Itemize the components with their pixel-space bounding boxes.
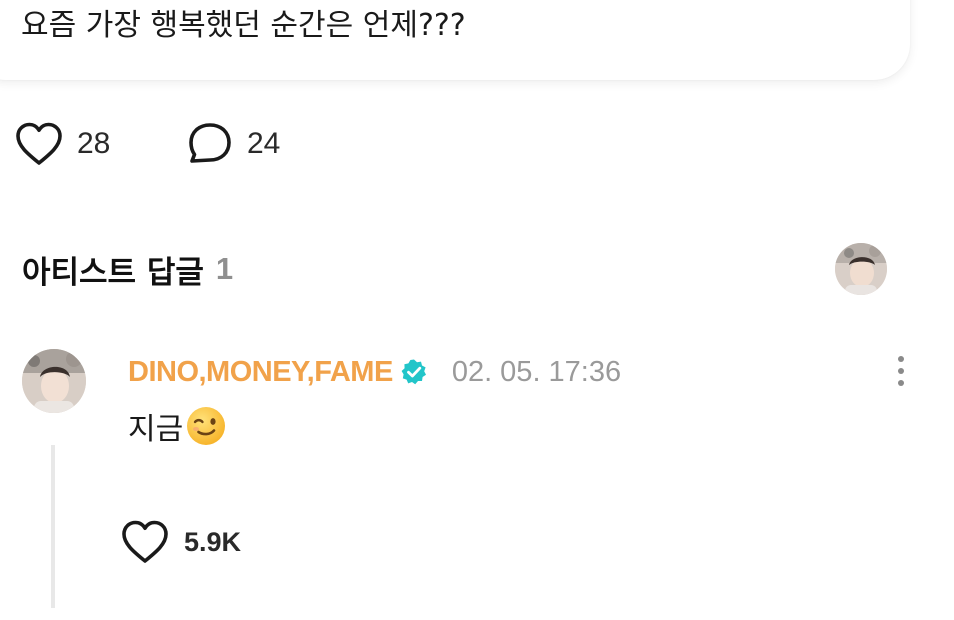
post-comment-button[interactable]: 24 xyxy=(186,120,280,168)
post-like-count: 28 xyxy=(77,127,111,160)
section-count: 1 xyxy=(215,251,234,286)
artist-avatar[interactable] xyxy=(835,243,887,295)
comment-like-button[interactable]: 5.9K xyxy=(120,518,241,566)
section-title: 아티스트 답글 xyxy=(22,254,204,291)
post-card: 요즘 가장 행복했던 순간은 언제??? xyxy=(0,0,910,80)
comment-timestamp: 02. 05. 17:36 xyxy=(451,355,622,388)
winking-face-emoji-icon xyxy=(185,405,227,447)
artist-replies-header: 아티스트 답글 1 xyxy=(22,246,233,292)
more-options-button[interactable] xyxy=(886,350,916,392)
heart-icon xyxy=(14,121,64,167)
comment-author-name[interactable]: DINO,MONEY,FAME xyxy=(128,356,393,389)
more-vertical-icon xyxy=(898,356,904,362)
speech-bubble-icon xyxy=(186,121,234,167)
comment-body: 지금 xyxy=(128,403,227,449)
thread-line xyxy=(51,445,55,608)
heart-icon xyxy=(120,519,170,565)
comment-text: 지금 xyxy=(128,412,184,447)
post-like-button[interactable]: 28 xyxy=(14,120,110,168)
comment-author-avatar[interactable] xyxy=(22,349,86,413)
verified-badge-icon xyxy=(400,358,428,386)
more-vertical-icon-dot xyxy=(898,368,904,374)
comment-meta: DINO,MONEY,FAME 02. 05. 17:36 xyxy=(128,350,621,394)
comment-like-count: 5.9K xyxy=(184,526,242,557)
post-text: 요즘 가장 행복했던 순간은 언제??? xyxy=(21,8,466,43)
post-comment-count: 24 xyxy=(247,127,281,160)
more-vertical-icon-dot xyxy=(898,380,904,386)
